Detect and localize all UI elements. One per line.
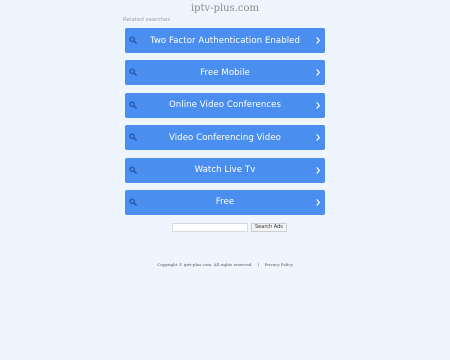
chevron-right-icon bbox=[316, 69, 321, 77]
search-link-label: Video Conferencing Video bbox=[169, 132, 281, 143]
search-input[interactable] bbox=[172, 223, 248, 232]
search-icon bbox=[129, 166, 137, 174]
search-link-free[interactable]: Free bbox=[125, 189, 325, 215]
footer: Copyright © iptv-plus.com. All rights re… bbox=[0, 262, 450, 267]
search-link-label: Free bbox=[215, 197, 235, 208]
search-link-online-video-conferences[interactable]: Online Video Conferences bbox=[125, 92, 325, 118]
search-link-free-mobile[interactable]: Free Mobile bbox=[125, 60, 325, 86]
site-title: iptv-plus.com bbox=[190, 3, 260, 14]
related-searches-label: Related searches bbox=[123, 17, 171, 23]
related-search-list: Two Factor Authentication Enabled Free M… bbox=[125, 28, 325, 222]
search-icon bbox=[129, 101, 137, 109]
search-link-label: Two Factor Authentication Enabled bbox=[149, 35, 301, 46]
chevron-right-icon bbox=[316, 101, 321, 109]
copyright-text: Copyright © iptv-plus.com. All rights re… bbox=[157, 262, 253, 267]
chevron-right-icon bbox=[316, 198, 321, 206]
chevron-right-icon bbox=[316, 36, 321, 45]
search-icon bbox=[129, 36, 137, 44]
search-link-video-conferencing-video[interactable]: Video Conferencing Video bbox=[125, 125, 325, 151]
chevron-right-icon bbox=[316, 166, 321, 174]
search-link-label: Online Video Conferences bbox=[168, 100, 282, 111]
search-link-label: Free Mobile bbox=[200, 67, 250, 78]
search-link-label: Watch Live Tv bbox=[194, 165, 256, 176]
search-ads-button[interactable]: Search Ads bbox=[251, 223, 287, 232]
footer-separator: | bbox=[257, 262, 260, 267]
privacy-policy-link[interactable]: Privacy Policy bbox=[265, 262, 293, 267]
search-icon bbox=[129, 68, 137, 77]
search-icon bbox=[129, 198, 137, 206]
search-link-watch-live-tv[interactable]: Watch Live Tv bbox=[125, 157, 325, 183]
search-ads-form: Search Ads bbox=[172, 223, 287, 232]
search-link-two-factor[interactable]: Two Factor Authentication Enabled bbox=[125, 28, 325, 53]
search-icon bbox=[129, 133, 137, 142]
chevron-right-icon bbox=[316, 134, 321, 142]
